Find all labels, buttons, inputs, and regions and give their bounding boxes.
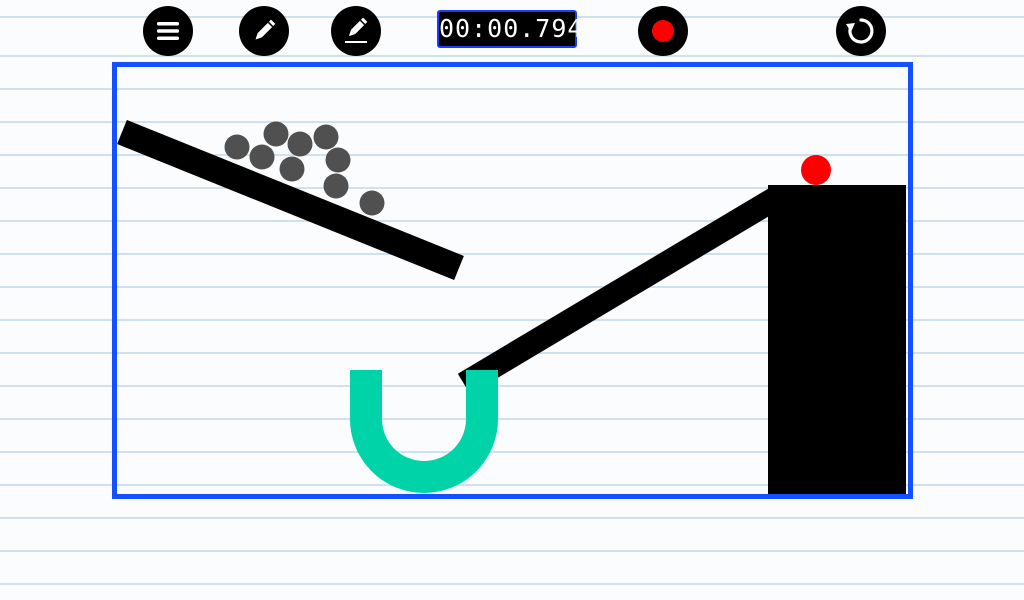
menu-button[interactable]	[143, 6, 193, 56]
black-pillar	[768, 185, 906, 494]
level-playfield[interactable]	[112, 62, 913, 499]
toolbar: 00:00.794	[0, 0, 1024, 62]
restart-button[interactable]	[836, 6, 886, 56]
ball	[279, 156, 305, 182]
record-icon	[652, 20, 674, 42]
ramp-plank	[457, 187, 783, 395]
target-cup	[350, 370, 498, 493]
record-button[interactable]	[638, 6, 688, 56]
draw-button[interactable]	[239, 6, 289, 56]
ball	[263, 121, 289, 147]
ball	[287, 131, 313, 157]
ball	[323, 173, 349, 199]
restart-icon	[846, 18, 874, 44]
ball	[359, 190, 385, 216]
ball	[224, 134, 250, 160]
red-ball	[801, 155, 831, 185]
hamburger-menu-icon	[157, 22, 179, 40]
tilted-plank	[117, 119, 464, 281]
draw-line-button[interactable]	[331, 6, 381, 56]
ball	[325, 147, 351, 173]
ball	[313, 124, 339, 150]
pencil-icon	[255, 19, 276, 40]
ball	[249, 144, 275, 170]
level-canvas	[112, 62, 913, 499]
elapsed-timer: 00:00.794	[437, 10, 582, 48]
pencil-line-icon	[345, 17, 368, 43]
